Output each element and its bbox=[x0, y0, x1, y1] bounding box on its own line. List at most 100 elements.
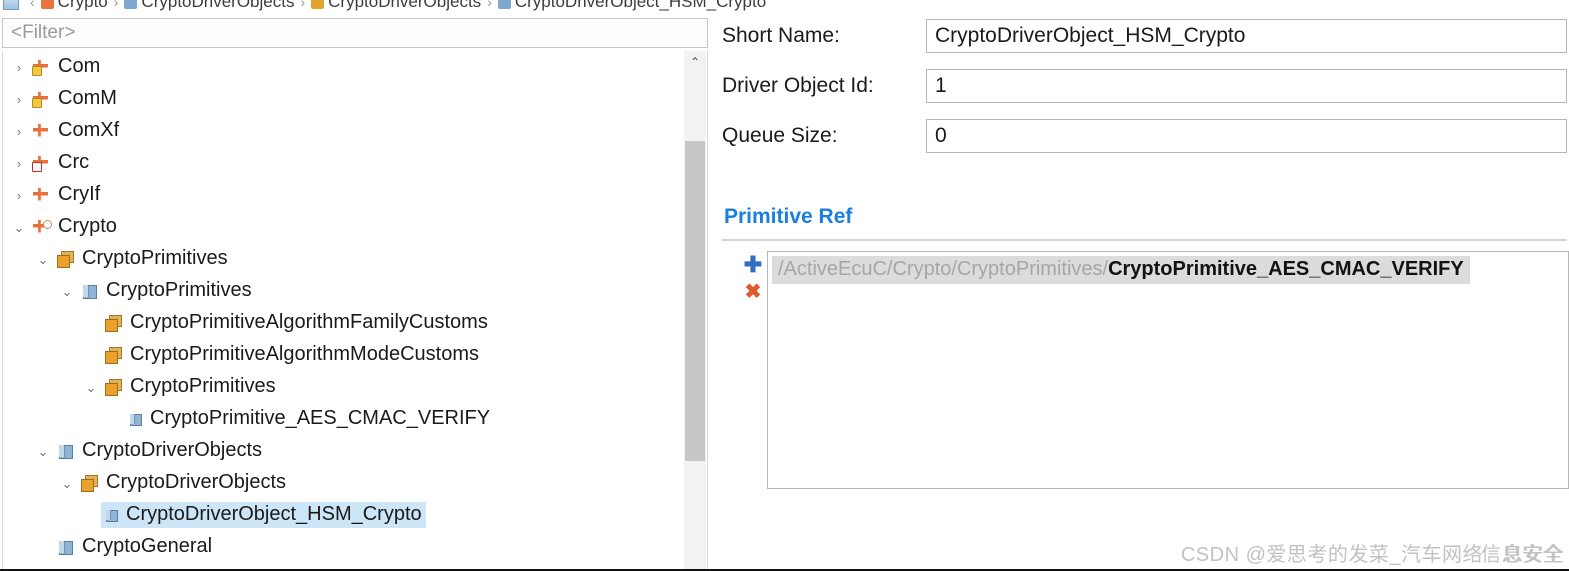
chevron-down-icon[interactable]: ⌄ bbox=[81, 381, 101, 394]
blue-cube-icon bbox=[55, 537, 77, 557]
watermark-prefix: CSDN @爱思考的发菜_汽车网络 bbox=[1180, 544, 1483, 566]
blue-cube-icon bbox=[124, 0, 138, 9]
tree-row-content[interactable]: Com bbox=[29, 54, 104, 80]
chevron-down-icon[interactable]: ⌄ bbox=[33, 253, 53, 266]
section-divider bbox=[722, 239, 1567, 241]
tree-row-content[interactable]: CryptoDriverObjects bbox=[53, 438, 266, 464]
primitive-ref-list[interactable]: /ActiveEcuC/Crypto/CryptoPrimitives/Cryp… bbox=[767, 251, 1569, 489]
tree-row[interactable]: ⌄ CryptoPrimitives bbox=[3, 243, 686, 275]
tree-row-content[interactable]: CryptoPrimitives bbox=[101, 374, 280, 400]
tree-row-content[interactable]: ComXf bbox=[29, 118, 123, 144]
chevron-right-icon[interactable]: › bbox=[9, 61, 29, 74]
blue-cube-icon bbox=[55, 441, 77, 461]
chevron-down-icon[interactable]: ⌄ bbox=[57, 477, 77, 490]
tree-row-label: CryptoDriverObjects bbox=[106, 471, 287, 493]
model-tree-panel: <Filter> › Com › ComM › ComXf › Crc › CryIf ⌄ Crypt… bbox=[0, 13, 710, 571]
chevron-right-icon[interactable]: › bbox=[9, 93, 29, 106]
tree-row[interactable]: ⌄ CryptoDriverObjects bbox=[3, 435, 686, 467]
csdn-watermark: CSDN @爱思考的发菜_汽车网络信息安全 息安全 bbox=[1180, 538, 1565, 567]
gold-cube-icon bbox=[311, 0, 325, 9]
primitive-ref-toolbar: ✚ ✖ bbox=[740, 254, 766, 303]
tree-row-label: CryptoPrimitiveAlgorithmFamilyCustoms bbox=[130, 311, 488, 333]
tree-row[interactable]: › Com bbox=[3, 51, 686, 83]
tree-row-content[interactable]: CryptoPrimitives bbox=[53, 246, 232, 272]
tree-row-content[interactable]: ComM bbox=[29, 86, 121, 112]
tree-row-label: CryptoPrimitives bbox=[82, 247, 228, 269]
gold-cube-icon bbox=[79, 473, 101, 493]
tree-row[interactable]: ⌄ CryptoPrimitives bbox=[3, 275, 686, 307]
scrollbar-thumb[interactable] bbox=[685, 141, 705, 461]
breadcrumb-item-3[interactable]: CryptoDriverObject_HSM_Crypto bbox=[497, 0, 767, 12]
tree-row-content[interactable]: CryIf bbox=[29, 182, 104, 208]
chevron-down-icon[interactable]: ⌄ bbox=[57, 285, 77, 298]
blue-cube-small-icon bbox=[127, 409, 145, 429]
breadcrumb-label-2: CryptoDriverObjects bbox=[328, 0, 482, 11]
tree-row-content[interactable]: CryptoPrimitiveAlgorithmFamilyCustoms bbox=[101, 310, 492, 336]
queue-size-input[interactable]: 0 bbox=[926, 119, 1567, 153]
tree-row-content[interactable]: CryptoDriverObjects bbox=[77, 470, 290, 496]
breadcrumb-separator-0: ‹ bbox=[30, 0, 35, 10]
tree-row[interactable]: CryptoPrimitiveAlgorithmFamilyCustoms bbox=[3, 307, 686, 339]
blue-cube-small-icon bbox=[103, 505, 121, 525]
watermark-overlap-b: 息安全 bbox=[1503, 544, 1565, 566]
ref-name: CryptoPrimitive_AES_CMAC_VERIFY bbox=[1108, 258, 1464, 280]
queue-size-label: Queue Size: bbox=[722, 124, 838, 147]
breadcrumb-item-2[interactable]: CryptoDriverObjects bbox=[311, 0, 481, 12]
breadcrumb-label-3: CryptoDriverObject_HSM_Crypto bbox=[514, 0, 767, 11]
driver-object-id-input[interactable]: 1 bbox=[926, 69, 1567, 103]
plus-icon[interactable]: ✚ bbox=[743, 254, 763, 276]
driver-object-id-label: Driver Object Id: bbox=[722, 74, 874, 97]
tree-row[interactable]: CryptoPrimitiveAlgorithmModeCustoms bbox=[3, 339, 686, 371]
tree-row[interactable]: CryptoGeneral bbox=[3, 531, 686, 563]
breadcrumb-label-1: CryptoDriverObjects bbox=[141, 0, 295, 11]
tree-vertical-scrollbar[interactable]: ⌃ bbox=[684, 51, 706, 571]
breadcrumb-item-0[interactable]: Crypto bbox=[40, 0, 108, 12]
tree-row-content[interactable]: Crc bbox=[29, 150, 93, 176]
tree-row[interactable]: › ComXf bbox=[3, 115, 686, 147]
tree-row-label: ComXf bbox=[58, 119, 120, 141]
tree-row[interactable]: ⌄ Crypto bbox=[3, 211, 686, 243]
chevron-right-icon[interactable]: › bbox=[9, 125, 29, 138]
tree-row[interactable]: CryptoDriverObject_HSM_Crypto bbox=[3, 499, 686, 531]
tree-row-content[interactable]: CryptoPrimitiveAlgorithmModeCustoms bbox=[101, 342, 483, 368]
tree-row[interactable]: › CryIf bbox=[3, 179, 686, 211]
module-icon bbox=[31, 185, 53, 205]
chevron-right-icon[interactable]: › bbox=[9, 157, 29, 170]
breadcrumb-item-1[interactable]: CryptoDriverObjects bbox=[124, 0, 294, 12]
chevron-down-icon[interactable]: ⌄ bbox=[33, 445, 53, 458]
breadcrumb[interactable]: ‹ Crypto › CryptoDriverObjects › CryptoD… bbox=[0, 0, 1569, 13]
gold-cube-icon bbox=[103, 313, 125, 333]
tree-row-label: CryptoPrimitives bbox=[130, 375, 276, 397]
field-driver-object-id: Driver Object Id: 1 bbox=[712, 69, 1569, 103]
tree-viewport: › Com › ComM › ComXf › Crc › CryIf ⌄ Crypto ⌄ CryptoP… bbox=[2, 51, 708, 571]
module-locked-icon bbox=[31, 57, 53, 77]
chevron-down-icon[interactable]: ⌄ bbox=[9, 221, 29, 234]
module-red-icon bbox=[31, 153, 53, 173]
module-open-icon bbox=[31, 217, 53, 237]
ref-path: /ActiveEcuC/Crypto/CryptoPrimitives/ bbox=[778, 258, 1109, 280]
chevron-right-icon[interactable]: › bbox=[9, 189, 29, 202]
primitive-ref-heading: Primitive Ref bbox=[724, 205, 853, 228]
field-queue-size: Queue Size: 0 bbox=[712, 119, 1569, 153]
gold-cube-icon bbox=[55, 249, 77, 269]
short-name-input[interactable]: CryptoDriverObject_HSM_Crypto bbox=[926, 19, 1567, 53]
tree-row[interactable]: ⌄ CryptoDriverObjects bbox=[3, 467, 686, 499]
tree-row[interactable]: › Crc bbox=[3, 147, 686, 179]
tree-row-label: CryptoPrimitives bbox=[106, 279, 252, 301]
tree-row-content[interactable]: CryptoGeneral bbox=[53, 534, 216, 560]
tree-row-content[interactable]: CryptoPrimitive_AES_CMAC_VERIFY bbox=[125, 406, 494, 432]
primitive-ref-area: ✚ ✖ /ActiveEcuC/Crypto/CryptoPrimitives/… bbox=[722, 251, 1569, 489]
tree-row-content[interactable]: CryptoPrimitives bbox=[77, 278, 256, 304]
remove-x-icon[interactable]: ✖ bbox=[743, 282, 763, 302]
tree-row[interactable]: › ComM bbox=[3, 83, 686, 115]
tree-filter-input[interactable]: <Filter> bbox=[2, 18, 708, 48]
tree-row-content[interactable]: Crypto bbox=[29, 214, 121, 240]
scroll-up-icon[interactable]: ⌃ bbox=[684, 51, 706, 73]
breadcrumb-label-0: Crypto bbox=[57, 0, 108, 11]
list-item[interactable]: /ActiveEcuC/Crypto/CryptoPrimitives/Cryp… bbox=[772, 256, 1470, 284]
tree-row-content[interactable]: CryptoDriverObject_HSM_Crypto bbox=[101, 502, 426, 528]
tree-row-label: CryptoDriverObject_HSM_Crypto bbox=[126, 503, 422, 525]
tree-row-label: Com bbox=[58, 55, 101, 77]
tree-row[interactable]: ⌄ CryptoPrimitives bbox=[3, 371, 686, 403]
tree-row[interactable]: CryptoPrimitive_AES_CMAC_VERIFY bbox=[3, 403, 686, 435]
